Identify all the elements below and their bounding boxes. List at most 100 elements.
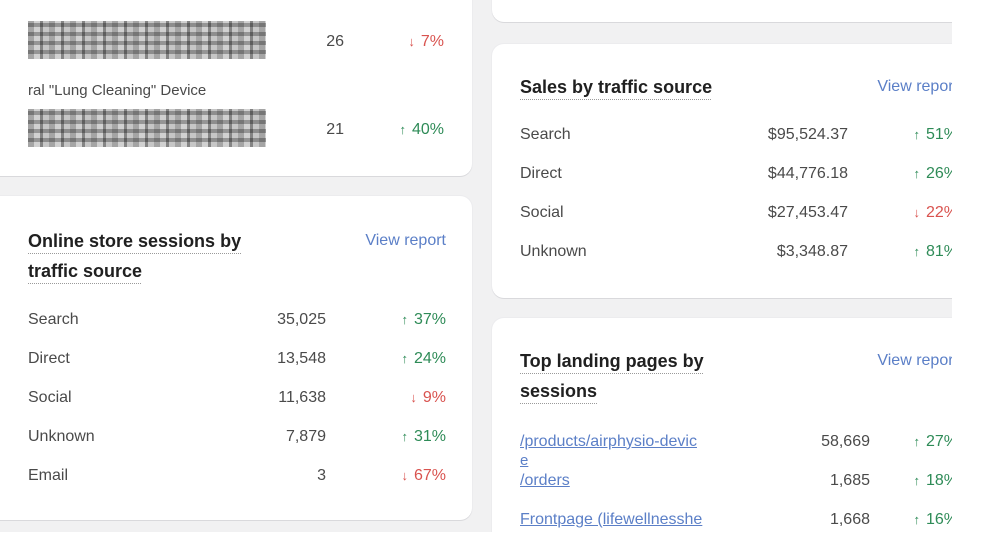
arrow-up-icon: ↑ bbox=[913, 511, 920, 527]
row-value: 11,638 bbox=[278, 388, 326, 406]
change-value: 31% bbox=[413, 427, 446, 445]
table-row[interactable]: Unknown 7,879 ↑ 31% bbox=[28, 417, 446, 456]
sessions-by-traffic-source-card: Online store sessions by traffic source … bbox=[0, 196, 472, 520]
table-row[interactable]: Search $95,524.37 ↑ 51% bbox=[520, 115, 952, 154]
arrow-down-icon: ↓ bbox=[408, 34, 415, 49]
row-change: ↑ 26% bbox=[848, 165, 952, 183]
change-value: 7% bbox=[420, 33, 444, 50]
arrow-up-icon: ↑ bbox=[913, 472, 920, 488]
landing-page-link[interactable]: /orders bbox=[520, 472, 570, 489]
row-value: 13,548 bbox=[277, 349, 326, 367]
landing-page-link[interactable]: /products/airphysio-devic bbox=[520, 433, 697, 450]
arrow-up-icon: ↑ bbox=[913, 165, 920, 181]
top-landing-pages-card: Top landing pages by sessions View repor… bbox=[492, 318, 952, 532]
card-header: Sales by traffic source View report bbox=[520, 72, 952, 102]
table-row[interactable]: Frontpage (lifewellnesshe 1,668 ↑ 16% bbox=[520, 500, 952, 532]
dashboard-canvas: 26 ↓ 7% ral "Lung Cleaning" Device 21 ↑ 40… bbox=[0, 0, 952, 532]
row-label: Unknown bbox=[28, 427, 95, 445]
table-row[interactable]: Unknown $3,348.87 ↑ 81% bbox=[520, 232, 952, 271]
row-change: ↓ 22% bbox=[848, 204, 952, 222]
card-title[interactable]: Sales by traffic source bbox=[520, 72, 712, 102]
change-value: 26% bbox=[925, 164, 952, 182]
arrow-up-icon: ↑ bbox=[401, 311, 408, 327]
redacted-product-name bbox=[28, 20, 266, 59]
card-title[interactable]: Top landing pages by sessions bbox=[520, 346, 750, 406]
table-row[interactable]: /orders 1,685 ↑ 18% bbox=[520, 461, 952, 500]
arrow-down-icon: ↓ bbox=[401, 467, 408, 483]
table-row[interactable]: Social $27,453.47 ↓ 22% bbox=[520, 193, 952, 232]
table-row[interactable]: Direct 13,548 ↑ 24% bbox=[28, 339, 446, 378]
row-value: 1,668 bbox=[829, 510, 870, 528]
row-label: Direct bbox=[520, 164, 562, 182]
row-value: 1,685 bbox=[829, 471, 870, 489]
row-value: 58,669 bbox=[821, 432, 870, 450]
arrow-down-icon: ↓ bbox=[410, 389, 417, 405]
row-change: ↓ 7% bbox=[344, 33, 444, 51]
change-value: 40% bbox=[411, 121, 444, 138]
row-label: Direct bbox=[28, 349, 70, 367]
row-value: 7,879 bbox=[285, 427, 326, 445]
row-change: ↑ 81% bbox=[848, 243, 952, 261]
row-label: Unknown bbox=[520, 242, 587, 260]
change-value: 51% bbox=[925, 125, 952, 143]
view-report-link[interactable]: View report bbox=[877, 346, 952, 376]
row-value: 21 bbox=[326, 121, 344, 138]
row-value: $27,453.47 bbox=[767, 203, 848, 221]
table-row[interactable]: ral "Lung Cleaning" Device bbox=[28, 70, 444, 110]
row-value: $44,776.18 bbox=[767, 164, 848, 182]
row-change: ↑ 18% bbox=[870, 472, 952, 490]
sales-by-traffic-source-card: Sales by traffic source View report Sear… bbox=[492, 44, 952, 298]
arrow-up-icon: ↑ bbox=[401, 350, 408, 366]
row-label: Email bbox=[28, 466, 69, 484]
change-value: 81% bbox=[925, 242, 952, 260]
row-change: ↑ 31% bbox=[326, 428, 446, 446]
redacted-product-name bbox=[28, 108, 266, 147]
row-change: ↓ 9% bbox=[326, 389, 446, 407]
table-row[interactable]: Search 35,025 ↑ 37% bbox=[28, 300, 446, 339]
product-name: ral "Lung Cleaning" Device bbox=[28, 81, 207, 99]
view-report-link[interactable]: View report bbox=[365, 226, 446, 256]
row-label: Social bbox=[28, 388, 72, 406]
card-header: Online store sessions by traffic source … bbox=[28, 226, 446, 286]
card-title[interactable]: Online store sessions by traffic source bbox=[28, 226, 278, 286]
row-value: $95,524.37 bbox=[767, 125, 848, 143]
row-value: $3,348.87 bbox=[776, 242, 848, 260]
table-row[interactable]: Social 11,638 ↓ 9% bbox=[28, 378, 446, 417]
change-value: 22% bbox=[925, 203, 952, 221]
arrow-up-icon: ↑ bbox=[913, 433, 920, 449]
arrow-down-icon: ↓ bbox=[913, 204, 920, 220]
arrow-up-icon: ↑ bbox=[399, 122, 406, 137]
row-change: ↑ 51% bbox=[848, 126, 952, 144]
arrow-up-icon: ↑ bbox=[913, 243, 920, 259]
view-report-link[interactable]: View report bbox=[877, 72, 952, 102]
row-label: Search bbox=[520, 125, 571, 143]
row-label: Social bbox=[520, 203, 564, 221]
table-row[interactable]: Direct $44,776.18 ↑ 26% bbox=[520, 154, 952, 193]
table-row[interactable]: 21 ↑ 40% bbox=[28, 108, 444, 150]
row-change: ↑ 27% bbox=[870, 433, 952, 451]
row-change: ↑ 37% bbox=[326, 311, 446, 329]
previous-card bbox=[492, 0, 952, 22]
row-change: ↓ 67% bbox=[326, 467, 446, 485]
change-value: 24% bbox=[413, 349, 446, 367]
top-products-card: 26 ↓ 7% ral "Lung Cleaning" Device 21 ↑ 40… bbox=[0, 0, 472, 176]
row-label: Search bbox=[28, 310, 79, 328]
table-row[interactable]: /products/airphysio-devic e 58,669 ↑27% bbox=[520, 422, 952, 469]
row-value: 35,025 bbox=[277, 310, 326, 328]
change-value: 37% bbox=[413, 310, 446, 328]
table-row[interactable]: 26 ↓ 7% bbox=[28, 20, 444, 62]
card-header: Top landing pages by sessions View repor… bbox=[520, 346, 952, 406]
change-value: 16% bbox=[925, 510, 952, 528]
row-change: ↑ 40% bbox=[344, 121, 444, 139]
change-value: 9% bbox=[422, 388, 446, 406]
table-row[interactable]: Email 3 ↓ 67% bbox=[28, 456, 446, 495]
row-value: 3 bbox=[317, 466, 326, 484]
change-value: 18% bbox=[925, 471, 952, 489]
arrow-up-icon: ↑ bbox=[401, 428, 408, 444]
row-change: ↑ 16% bbox=[870, 511, 952, 529]
row-change: ↑ 24% bbox=[326, 350, 446, 368]
arrow-up-icon: ↑ bbox=[913, 126, 920, 142]
landing-page-link[interactable]: Frontpage (lifewellnesshe bbox=[520, 511, 702, 528]
change-value: 27% bbox=[925, 432, 952, 450]
row-value: 26 bbox=[326, 33, 344, 50]
